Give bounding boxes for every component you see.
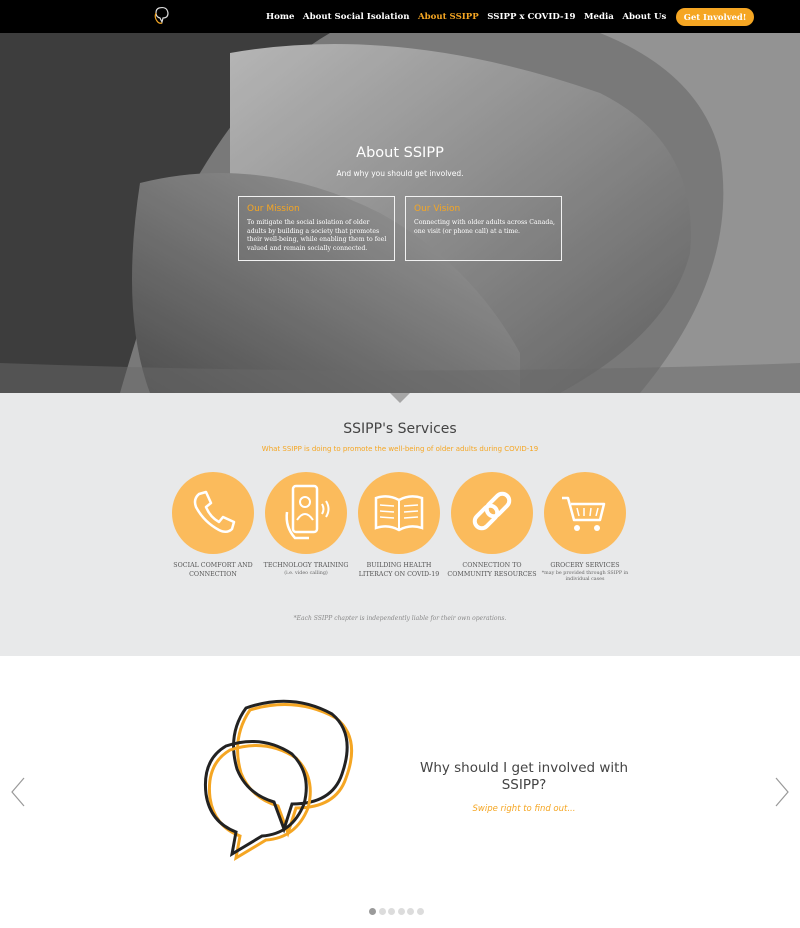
link-icon (472, 491, 512, 531)
shopping-cart-icon (562, 496, 606, 531)
service-community-resources: CONNECTION TO COMMUNITY RESOURCES (442, 472, 542, 579)
nav-about-ssipp-link[interactable]: About SSIPP (418, 12, 479, 22)
service-health-literacy: BUILDING HEALTH LITERACY ON COVID-19 (349, 472, 449, 579)
carousel-dot[interactable] (407, 908, 414, 915)
service-note: (i.e. video calling) (284, 570, 328, 576)
service-grocery: GROCERY SERVICES *may be provided throug… (535, 472, 635, 583)
carousel-dot[interactable] (416, 908, 424, 915)
carousel-dot[interactable] (397, 908, 405, 915)
service-circle (544, 472, 626, 554)
main-menu: Home About Social Isolation About SSIPP … (266, 0, 755, 33)
vision-heading: Our Vision (414, 204, 461, 214)
ssipp-logo[interactable] (151, 4, 175, 28)
video-call-icon (285, 484, 330, 540)
service-label: CONNECTION TO COMMUNITY RESOURCES (447, 562, 537, 578)
service-technology-training: TECHNOLOGY TRAINING (i.e. video calling) (256, 472, 356, 577)
nav-home-link[interactable]: Home (266, 12, 294, 22)
nav-about-us-link[interactable]: About Us (622, 12, 666, 22)
nav-media-link[interactable]: Media (584, 12, 614, 22)
carousel-heading: Why should I get involved with SSIPP? (419, 760, 629, 793)
mission-box: Our Mission To mitigate the social isola… (238, 196, 395, 261)
get-involved-button[interactable]: Get Involved! (675, 7, 755, 26)
mission-heading: Our Mission (247, 204, 300, 214)
services-subtitle: What SSIPP is doing to promote the well-… (261, 445, 539, 453)
why-get-involved-carousel: Why should I get involved with SSIPP? Sw… (0, 656, 800, 928)
service-circle (451, 472, 533, 554)
section-divider-notch (390, 393, 410, 403)
service-circle (358, 472, 440, 554)
mission-text: To mitigate the social isolation of olde… (247, 219, 387, 252)
chevron-right-icon[interactable] (774, 776, 790, 808)
carousel-subheading: Swipe right to find out... (472, 804, 576, 814)
vision-box: Our Vision Connecting with older adults … (405, 196, 562, 261)
service-label: TECHNOLOGY TRAINING (263, 562, 349, 569)
carousel-pagination (369, 908, 426, 915)
top-navigation: Home About Social Isolation About SSIPP … (0, 0, 800, 33)
holding-hands-photo (0, 33, 800, 393)
service-circle (172, 472, 254, 554)
nav-ssipp-covid-link[interactable]: SSIPP x COVID-19 (487, 12, 575, 22)
carousel-dot[interactable] (388, 908, 395, 915)
book-icon (374, 495, 424, 532)
service-label: GROCERY SERVICES (550, 562, 620, 569)
service-label: BUILDING HEALTH LITERACY ON COVID-19 (358, 562, 440, 578)
page-title: About SSIPP (356, 145, 444, 161)
chevron-left-icon[interactable] (10, 776, 26, 808)
page-subtitle: And why you should get involved. (336, 169, 464, 178)
service-circle (265, 472, 347, 554)
vision-text: Connecting with older adults across Cana… (414, 219, 556, 235)
hero-section: About SSIPP And why you should get invol… (0, 33, 800, 393)
service-note: *may be provided through SSIPP in indivi… (541, 570, 629, 582)
services-section: SSIPP's Services What SSIPP is doing to … (0, 393, 800, 656)
phone-icon (193, 490, 236, 533)
carousel-dot[interactable] (378, 908, 386, 915)
speech-bubbles-logo (203, 699, 354, 861)
carousel-dot[interactable] (369, 908, 376, 915)
service-label: SOCIAL COMFORT AND CONNECTION (173, 562, 253, 578)
service-social-comfort: SOCIAL COMFORT AND CONNECTION (163, 472, 263, 579)
services-disclaimer: *Each SSIPP chapter is independently lia… (293, 615, 507, 622)
services-title: SSIPP's Services (343, 421, 457, 437)
nav-about-social-isolation-link[interactable]: About Social Isolation (303, 12, 410, 22)
